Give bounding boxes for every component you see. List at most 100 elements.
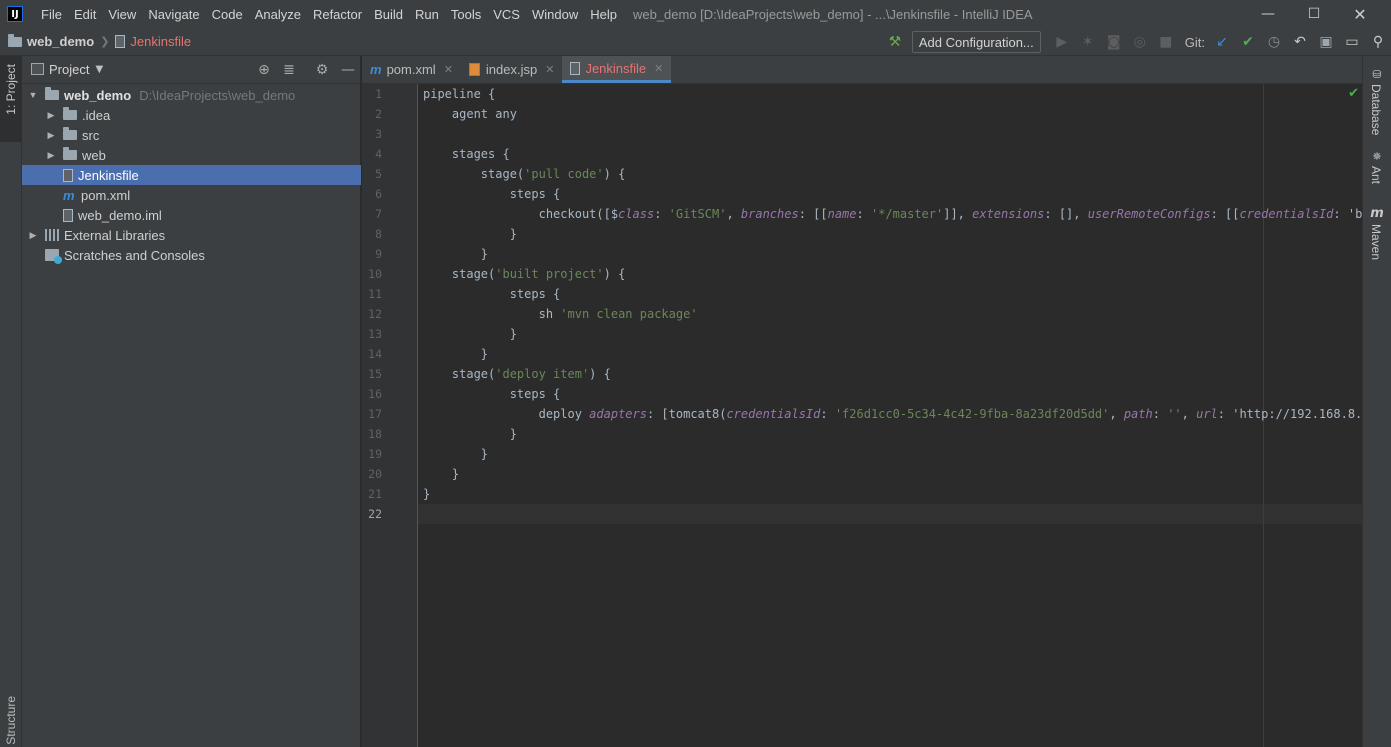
chevron-down-icon[interactable]: ▼ (95, 64, 103, 75)
line-number: 13 (368, 327, 382, 341)
breadcrumb-project[interactable]: web_demo (8, 33, 94, 49)
git-history-icon[interactable]: ◷ (1261, 30, 1287, 54)
project-panel: Project ▼ ⊕ ≣ ⚙ — ▼ web_demo D:\IdeaProjec… (22, 56, 361, 747)
menu-vcs[interactable]: VCS (487, 7, 526, 22)
presentation-mode-icon[interactable]: ▭ (1339, 30, 1365, 54)
project-structure-icon[interactable]: ▣ (1313, 30, 1339, 54)
tree-item-jenkinsfile[interactable]: Jenkinsfile (22, 165, 361, 185)
tree-item-src[interactable]: ▶ src (22, 125, 361, 145)
menu-window[interactable]: Window (526, 7, 584, 22)
menu-view[interactable]: View (102, 7, 142, 22)
intellij-logo-icon: IJ (7, 6, 23, 22)
menu-edit[interactable]: Edit (68, 7, 102, 22)
close-tab-icon[interactable]: ✕ (654, 62, 663, 75)
maven-icon: m (63, 187, 75, 203)
code-line: checkout([$class: 'GitSCM', branches: [[… (423, 207, 1362, 221)
maximize-icon[interactable]: ☐ (1291, 0, 1337, 28)
folder-icon (63, 147, 77, 160)
library-icon (45, 229, 59, 241)
file-icon (115, 35, 126, 48)
structure-tool-tab[interactable]: Structure (4, 696, 18, 745)
tree-item-web-demo[interactable]: ▼ web_demo D:\IdeaProjects\web_demo (22, 85, 361, 105)
tree-item-idea[interactable]: ▶ .idea (22, 105, 361, 125)
left-tool-stripe: 1: Project Structure (0, 56, 22, 747)
minimize-icon[interactable]: — (1245, 0, 1291, 28)
code-line: stages { (423, 147, 510, 161)
tree-item-web-demo-iml[interactable]: web_demo.iml (22, 205, 361, 225)
tree-item-label: web (82, 147, 106, 163)
maven-tool-tab[interactable]: Maven (1369, 224, 1383, 260)
menu-help[interactable]: Help (584, 7, 623, 22)
tree-item-label: web_demo.iml (78, 207, 162, 223)
hide-panel-icon[interactable]: — (338, 60, 358, 80)
close-tab-icon[interactable]: ✕ (444, 63, 453, 76)
menu-build[interactable]: Build (368, 7, 409, 22)
profile-icon[interactable]: ◎ (1127, 30, 1153, 54)
breadcrumb-file-label: Jenkinsfile (130, 34, 192, 49)
tree-item-web[interactable]: ▶ web (22, 145, 361, 165)
line-number: 19 (368, 447, 382, 461)
code-line: sh 'mvn clean package' (423, 307, 698, 321)
gear-icon[interactable]: ⚙ (312, 60, 332, 80)
tree-item-label: .idea (82, 107, 111, 123)
title-bar: IJ File Edit View Navigate Code Analyze Refact… (0, 0, 1391, 28)
database-icon: ⛁ (1372, 68, 1382, 81)
add-configuration-button[interactable]: Add Configuration... (911, 31, 1041, 53)
code-line: steps { (423, 287, 561, 301)
menu-tools[interactable]: Tools (445, 7, 487, 22)
code-line: } (423, 227, 517, 241)
chevron-right-icon[interactable]: ▶ (45, 110, 57, 121)
tree-item-scratches-and-consoles[interactable]: Scratches and Consoles (22, 245, 361, 265)
jsp-icon (468, 63, 480, 76)
tree-item-external-libraries[interactable]: ▶ External Libraries (22, 225, 361, 245)
debug-icon[interactable]: ✶ (1075, 30, 1101, 54)
line-number: 3 (375, 127, 382, 141)
menu-analyze[interactable]: Analyze (249, 7, 307, 22)
close-tab-icon[interactable]: ✕ (545, 63, 554, 76)
inspection-ok-icon[interactable]: ✔ (1348, 86, 1359, 101)
git-commit-icon[interactable]: ✔ (1235, 30, 1261, 54)
tab-index-jsp[interactable]: index.jsp ✕ (461, 56, 563, 83)
project-tool-tab-label: 1: Project (4, 64, 18, 115)
code-line: stage('built project') { (423, 267, 626, 281)
right-tool-stripe: ⛁ Database ✵ Ant m Maven (1362, 56, 1391, 747)
search-icon[interactable]: ⚲ (1365, 30, 1391, 54)
menu-file[interactable]: File (35, 7, 68, 22)
line-number: 7 (375, 207, 382, 221)
build-hammer-icon[interactable]: ⚒ (882, 30, 908, 54)
code-line: stage('pull code') { (423, 167, 626, 181)
breadcrumb-separator-icon: ❯ (100, 35, 110, 48)
project-panel-title[interactable]: Project (49, 62, 89, 77)
menu-code[interactable]: Code (206, 7, 249, 22)
ant-tool-tab[interactable]: Ant (1369, 166, 1383, 184)
menu-run[interactable]: Run (409, 7, 445, 22)
collapse-all-icon[interactable]: ≣ (279, 60, 299, 80)
code-editor[interactable]: pipeline { agent any stages { stage('pul… (418, 84, 1362, 747)
locate-file-icon[interactable]: ⊕ (254, 60, 274, 80)
coverage-icon[interactable]: ◙ (1101, 30, 1127, 54)
line-number: 16 (368, 387, 382, 401)
chevron-right-icon[interactable]: ▶ (45, 150, 57, 161)
tree-item-pom-xml[interactable]: m pom.xml (22, 185, 361, 205)
git-rollback-icon[interactable]: ↶ (1287, 30, 1313, 54)
main-menu: File Edit View Navigate Code Analyze Refactor B… (35, 7, 623, 22)
code-line: } (423, 447, 489, 461)
line-number: 20 (368, 467, 382, 481)
stop-icon[interactable]: ■ (1153, 30, 1179, 54)
chevron-right-icon[interactable]: ▶ (27, 230, 39, 241)
menu-refactor[interactable]: Refactor (307, 7, 368, 22)
chevron-right-icon[interactable]: ▶ (45, 130, 57, 141)
chevron-down-icon[interactable]: ▼ (27, 90, 39, 100)
database-tool-tab[interactable]: Database (1369, 84, 1383, 135)
menu-navigate[interactable]: Navigate (142, 7, 205, 22)
tab-jenkinsfile[interactable]: Jenkinsfile ✕ (562, 56, 672, 83)
file-icon (570, 61, 581, 75)
project-tool-tab[interactable]: 1: Project (0, 56, 22, 142)
git-update-icon[interactable]: ↙ (1209, 30, 1235, 54)
line-number: 17 (368, 407, 382, 421)
editor-tab-bar: m pom.xml ✕ index.jsp ✕ Jenkinsfile ✕ (362, 56, 1362, 84)
close-window-icon[interactable]: ✕ (1337, 0, 1383, 28)
breadcrumb-file[interactable]: Jenkinsfile (115, 34, 191, 49)
run-icon[interactable]: ▶ (1049, 30, 1075, 54)
tab-pom-xml[interactable]: m pom.xml ✕ (362, 56, 461, 83)
